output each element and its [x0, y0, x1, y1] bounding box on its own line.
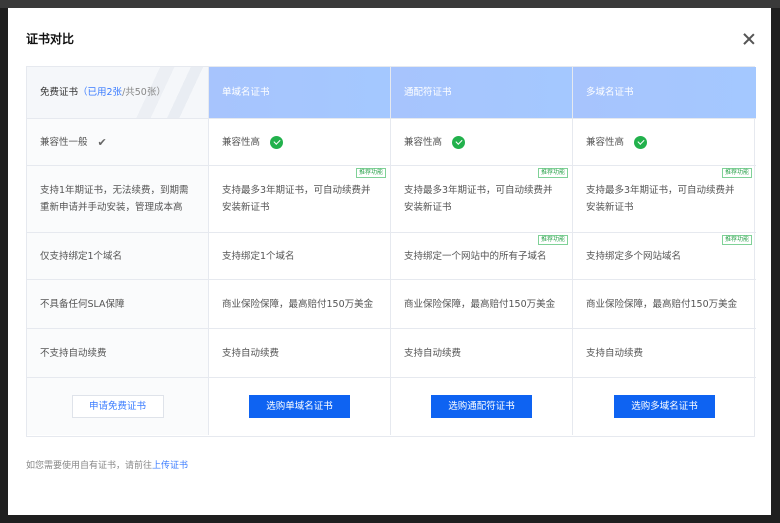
recommend-badge: 推荐功能 [537, 235, 568, 245]
footer-note: 如您需要使用自有证书，请前往上传证书 [26, 458, 188, 471]
compat-free: 兼容性一般 ✔ [27, 119, 209, 166]
period-free: 支持1年期证书，无法续费，到期需重新申请并手动安装，管理成本高 [27, 166, 209, 233]
domain-free: 仅支持绑定1个域名 [27, 233, 209, 280]
renew-single: 支持自动续费 [209, 329, 391, 378]
renew-wildcard: 支持自动续费 [391, 329, 573, 378]
domain-wildcard: 推荐功能 支持绑定一个网站中的所有子域名 [391, 233, 573, 280]
close-icon[interactable] [741, 32, 757, 48]
compat-multi-text: 兼容性高 [586, 136, 625, 148]
domain-multi-text: 支持绑定多个网站域名 [586, 250, 682, 262]
header-free-used: （已用2张 [78, 87, 123, 98]
compat-wildcard: 兼容性高 [391, 119, 573, 166]
compat-single: 兼容性高 [209, 119, 391, 166]
check-icon: ✔ [97, 135, 107, 149]
check-circle-icon [270, 135, 284, 149]
recommend-badge: 推荐功能 [355, 168, 386, 178]
buy-wildcard-cert-button[interactable]: 选购通配符证书 [431, 395, 532, 418]
apply-free-cert-button[interactable]: 申请免费证书 [71, 395, 164, 418]
action-free: 申请免费证书 [27, 378, 209, 435]
dialog-title: 证书对比 [26, 32, 75, 46]
recommend-badge: 推荐功能 [721, 235, 752, 245]
period-single: 推荐功能 支持最多3年期证书，可自动续费并安装新证书 [209, 166, 391, 233]
header-wildcard: 通配符证书 [391, 67, 573, 119]
period-wildcard-text: 支持最多3年期证书，可自动续费并安装新证书 [404, 185, 553, 213]
header-single: 单域名证书 [209, 67, 391, 119]
compat-multi: 兼容性高 [573, 119, 756, 166]
sla-single: 商业保险保障，最高赔付150万美金 [209, 280, 391, 329]
renew-multi: 支持自动续费 [573, 329, 756, 378]
period-single-text: 支持最多3年期证书，可自动续费并安装新证书 [222, 185, 371, 213]
background-strip [0, 0, 780, 8]
domain-wildcard-text: 支持绑定一个网站中的所有子域名 [404, 250, 547, 262]
domain-multi: 推荐功能 支持绑定多个网站域名 [573, 233, 756, 280]
sla-multi: 商业保险保障，最高赔付150万美金 [573, 280, 756, 329]
compat-single-text: 兼容性高 [222, 136, 261, 148]
renew-free: 不支持自动续费 [27, 329, 209, 378]
action-multi: 选购多域名证书 [573, 378, 756, 435]
buy-single-cert-button[interactable]: 选购单域名证书 [249, 395, 350, 418]
footer-text: 如您需要使用自有证书，请前往 [26, 461, 153, 471]
header-free: 免费证书 （已用2张 /共50张） [27, 67, 209, 119]
compare-table: 免费证书 （已用2张 /共50张） 单域名证书 通配符证书 多域名证书 兼容性一… [26, 66, 756, 437]
compat-wildcard-text: 兼容性高 [404, 136, 443, 148]
period-wildcard: 推荐功能 支持最多3年期证书，可自动续费并安装新证书 [391, 166, 573, 233]
recommend-badge: 推荐功能 [537, 168, 568, 178]
cert-compare-dialog: 证书对比 免费证书 （已用2张 /共50张） 单域名证书 通配符证书 多域名证书… [8, 8, 771, 515]
check-circle-icon [634, 135, 648, 149]
buy-multi-cert-button[interactable]: 选购多域名证书 [614, 395, 715, 418]
compat-free-text: 兼容性一般 [40, 136, 88, 148]
header-free-label: 免费证书 [40, 87, 79, 98]
period-multi: 推荐功能 支持最多3年期证书，可自动续费并安装新证书 [573, 166, 756, 233]
action-single: 选购单域名证书 [209, 378, 391, 435]
period-free-text: 支持1年期证书，无法续费，到期需重新申请并手动安装，管理成本高 [40, 185, 189, 213]
recommend-badge: 推荐功能 [721, 168, 752, 178]
sla-wildcard: 商业保险保障，最高赔付150万美金 [391, 280, 573, 329]
domain-single: 支持绑定1个域名 [209, 233, 391, 280]
header-free-total: /共50张） [122, 87, 166, 98]
header-multi: 多域名证书 [573, 67, 756, 119]
check-circle-icon [452, 135, 466, 149]
upload-cert-link[interactable]: 上传证书 [152, 461, 188, 471]
sla-free: 不具备任何SLA保障 [27, 280, 209, 329]
period-multi-text: 支持最多3年期证书，可自动续费并安装新证书 [586, 185, 735, 213]
action-wildcard: 选购通配符证书 [391, 378, 573, 435]
